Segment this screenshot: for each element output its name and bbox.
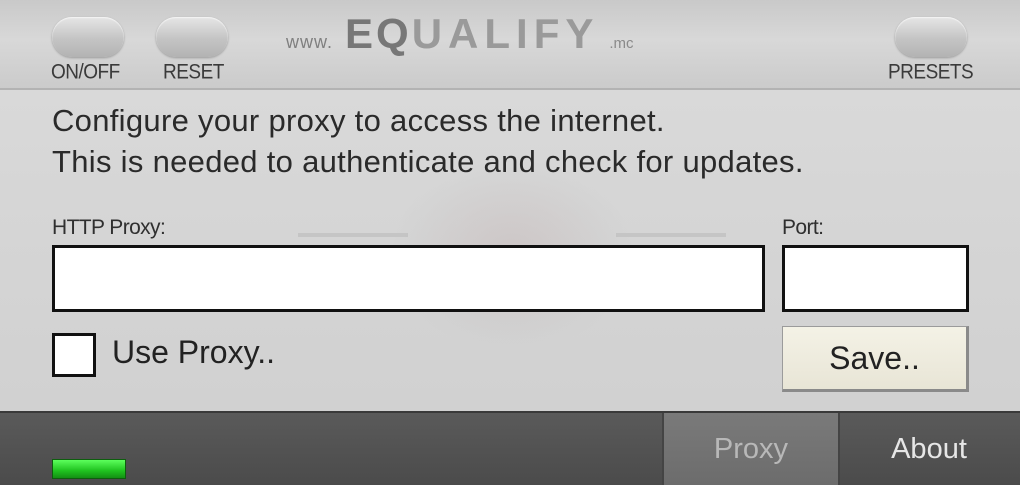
onoff-label: ON/OFF: [51, 60, 120, 84]
description-line-2: This is needed to authenticate and check…: [52, 144, 804, 179]
presets-button[interactable]: [895, 17, 967, 57]
use-proxy-label[interactable]: Use Proxy..: [112, 334, 275, 371]
use-proxy-checkbox[interactable]: [52, 333, 96, 377]
logo-tld: .mc: [609, 35, 634, 52]
equalify-logo: www. EQ UALIFY .mc: [286, 10, 634, 60]
proxy-description: Configure your proxy to access the inter…: [52, 100, 804, 182]
logo-prefix: www.: [286, 32, 334, 52]
port-input[interactable]: [782, 245, 969, 312]
tab-about[interactable]: About: [838, 413, 1020, 485]
reset-label: RESET: [163, 60, 224, 84]
logo-brand-eq: EQ: [345, 10, 412, 57]
header-bar: ON/OFF RESET www. EQ UALIFY .mc PRESETS: [0, 0, 1020, 90]
save-button[interactable]: Save..: [782, 326, 969, 392]
tab-proxy[interactable]: Proxy: [662, 413, 840, 485]
footer-bar: Proxy About: [0, 411, 1020, 485]
logo-brand-rest: UALIFY: [411, 10, 600, 57]
presets-label: PRESETS: [888, 60, 974, 84]
reset-button[interactable]: [156, 17, 228, 57]
onoff-button[interactable]: [52, 17, 124, 57]
port-label: Port:: [782, 216, 824, 239]
watermark-line-left: [298, 233, 408, 237]
watermark-line-right: [616, 233, 726, 237]
status-led-icon: [52, 459, 126, 479]
http-proxy-label: HTTP Proxy:: [52, 216, 166, 239]
equalify-proxy-window: ON/OFF RESET www. EQ UALIFY .mc PRESETS …: [0, 0, 1020, 485]
description-line-1: Configure your proxy to access the inter…: [52, 103, 665, 138]
http-proxy-input[interactable]: [52, 245, 765, 312]
